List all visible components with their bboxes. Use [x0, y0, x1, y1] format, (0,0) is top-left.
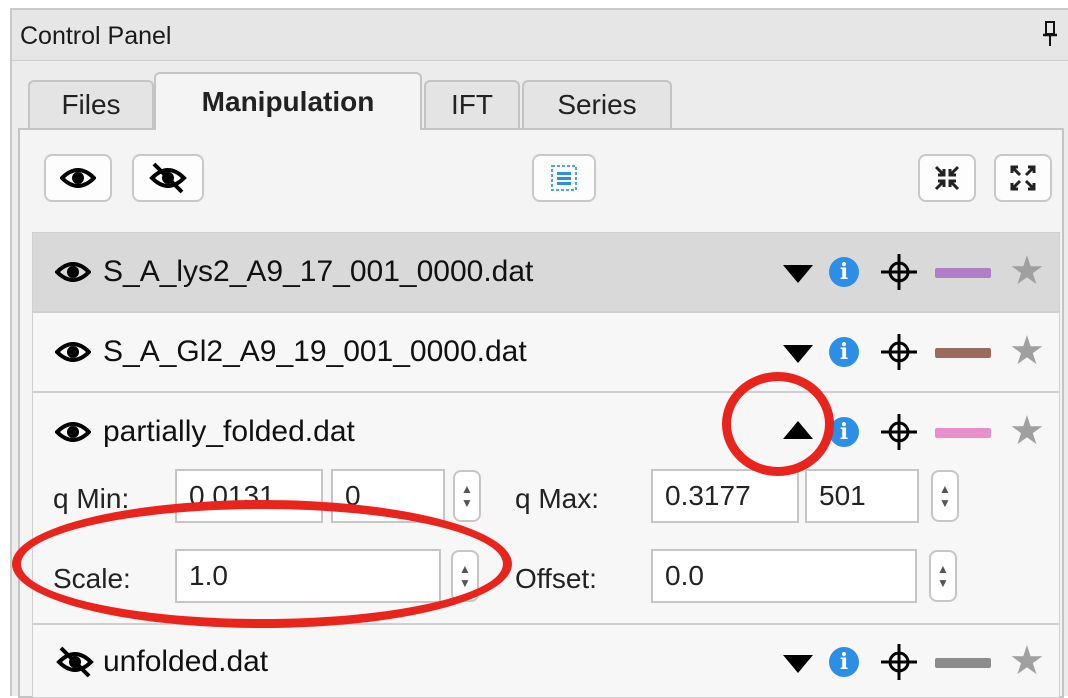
tab-files[interactable]: Files	[28, 80, 154, 128]
collapse-all-icon	[934, 165, 960, 191]
triangle-down-icon[interactable]	[783, 265, 813, 285]
eye-slash-icon	[149, 162, 187, 194]
q-min-stepper[interactable]: ▲ ▼	[453, 470, 481, 522]
offset-stepper[interactable]: ▲ ▼	[929, 550, 957, 602]
q-max-value-field[interactable]: 0.3177	[651, 469, 799, 523]
crosshair-icon[interactable]	[881, 644, 917, 680]
offset-field[interactable]: 0.0	[651, 549, 917, 603]
file-item[interactable]: unfolded.dat i ★	[32, 624, 1060, 698]
panel-titlebar: Control Panel	[12, 10, 1068, 61]
crosshair-icon[interactable]	[881, 254, 917, 290]
annotation-circle	[722, 372, 834, 476]
tab-manipulation[interactable]: Manipulation	[154, 72, 422, 130]
star-icon[interactable]: ★	[1009, 411, 1045, 451]
eye-icon[interactable]	[55, 417, 91, 447]
line-color-swatch[interactable]	[935, 348, 991, 358]
file-name: partially_folded.dat	[103, 415, 355, 448]
file-name: S_A_lys2_A9_17_001_0000.dat	[103, 255, 534, 288]
offset-label: Offset:	[515, 563, 597, 594]
line-color-swatch[interactable]	[935, 268, 991, 278]
q-max-stepper[interactable]: ▲ ▼	[931, 470, 959, 522]
q-min-label: q Min:	[53, 483, 130, 514]
hide-all-button[interactable]	[132, 154, 204, 202]
star-icon[interactable]: ★	[1009, 251, 1045, 291]
triangle-down-icon[interactable]	[783, 345, 813, 365]
line-color-swatch[interactable]	[935, 428, 991, 438]
expand-all-button[interactable]	[994, 154, 1052, 202]
show-all-button[interactable]	[44, 154, 112, 202]
line-color-swatch[interactable]	[935, 658, 991, 668]
info-icon[interactable]: i	[829, 647, 859, 677]
star-icon[interactable]: ★	[1009, 331, 1045, 371]
select-all-button[interactable]	[532, 154, 596, 202]
eye-icon	[60, 168, 96, 188]
crosshair-icon[interactable]	[881, 414, 917, 450]
collapse-all-button[interactable]	[918, 154, 976, 202]
eye-icon[interactable]	[55, 337, 91, 367]
file-item[interactable]: S_A_Gl2_A9_19_001_0000.dat i ★	[32, 312, 1060, 392]
crosshair-icon[interactable]	[881, 334, 917, 370]
info-icon[interactable]: i	[829, 337, 859, 367]
file-name: unfolded.dat	[103, 645, 269, 678]
file-item[interactable]: S_A_lys2_A9_17_001_0000.dat i ★	[32, 232, 1060, 312]
file-name: S_A_Gl2_A9_19_001_0000.dat	[103, 335, 527, 368]
info-icon[interactable]: i	[829, 257, 859, 287]
annotation-ellipse	[12, 500, 512, 628]
eye-slash-icon[interactable]	[55, 645, 95, 679]
tab-series[interactable]: Series	[522, 80, 672, 128]
eye-icon[interactable]	[55, 257, 91, 287]
list-select-icon	[551, 165, 577, 191]
expand-all-icon	[1010, 165, 1036, 191]
panel-title: Control Panel	[20, 22, 172, 50]
triangle-down-icon[interactable]	[783, 655, 813, 675]
star-icon[interactable]: ★	[1009, 641, 1045, 681]
q-max-label: q Max:	[515, 483, 600, 514]
tab-ift[interactable]: IFT	[424, 80, 520, 128]
q-max-index-field[interactable]: 501	[805, 469, 919, 523]
pin-icon[interactable]	[1042, 20, 1058, 48]
